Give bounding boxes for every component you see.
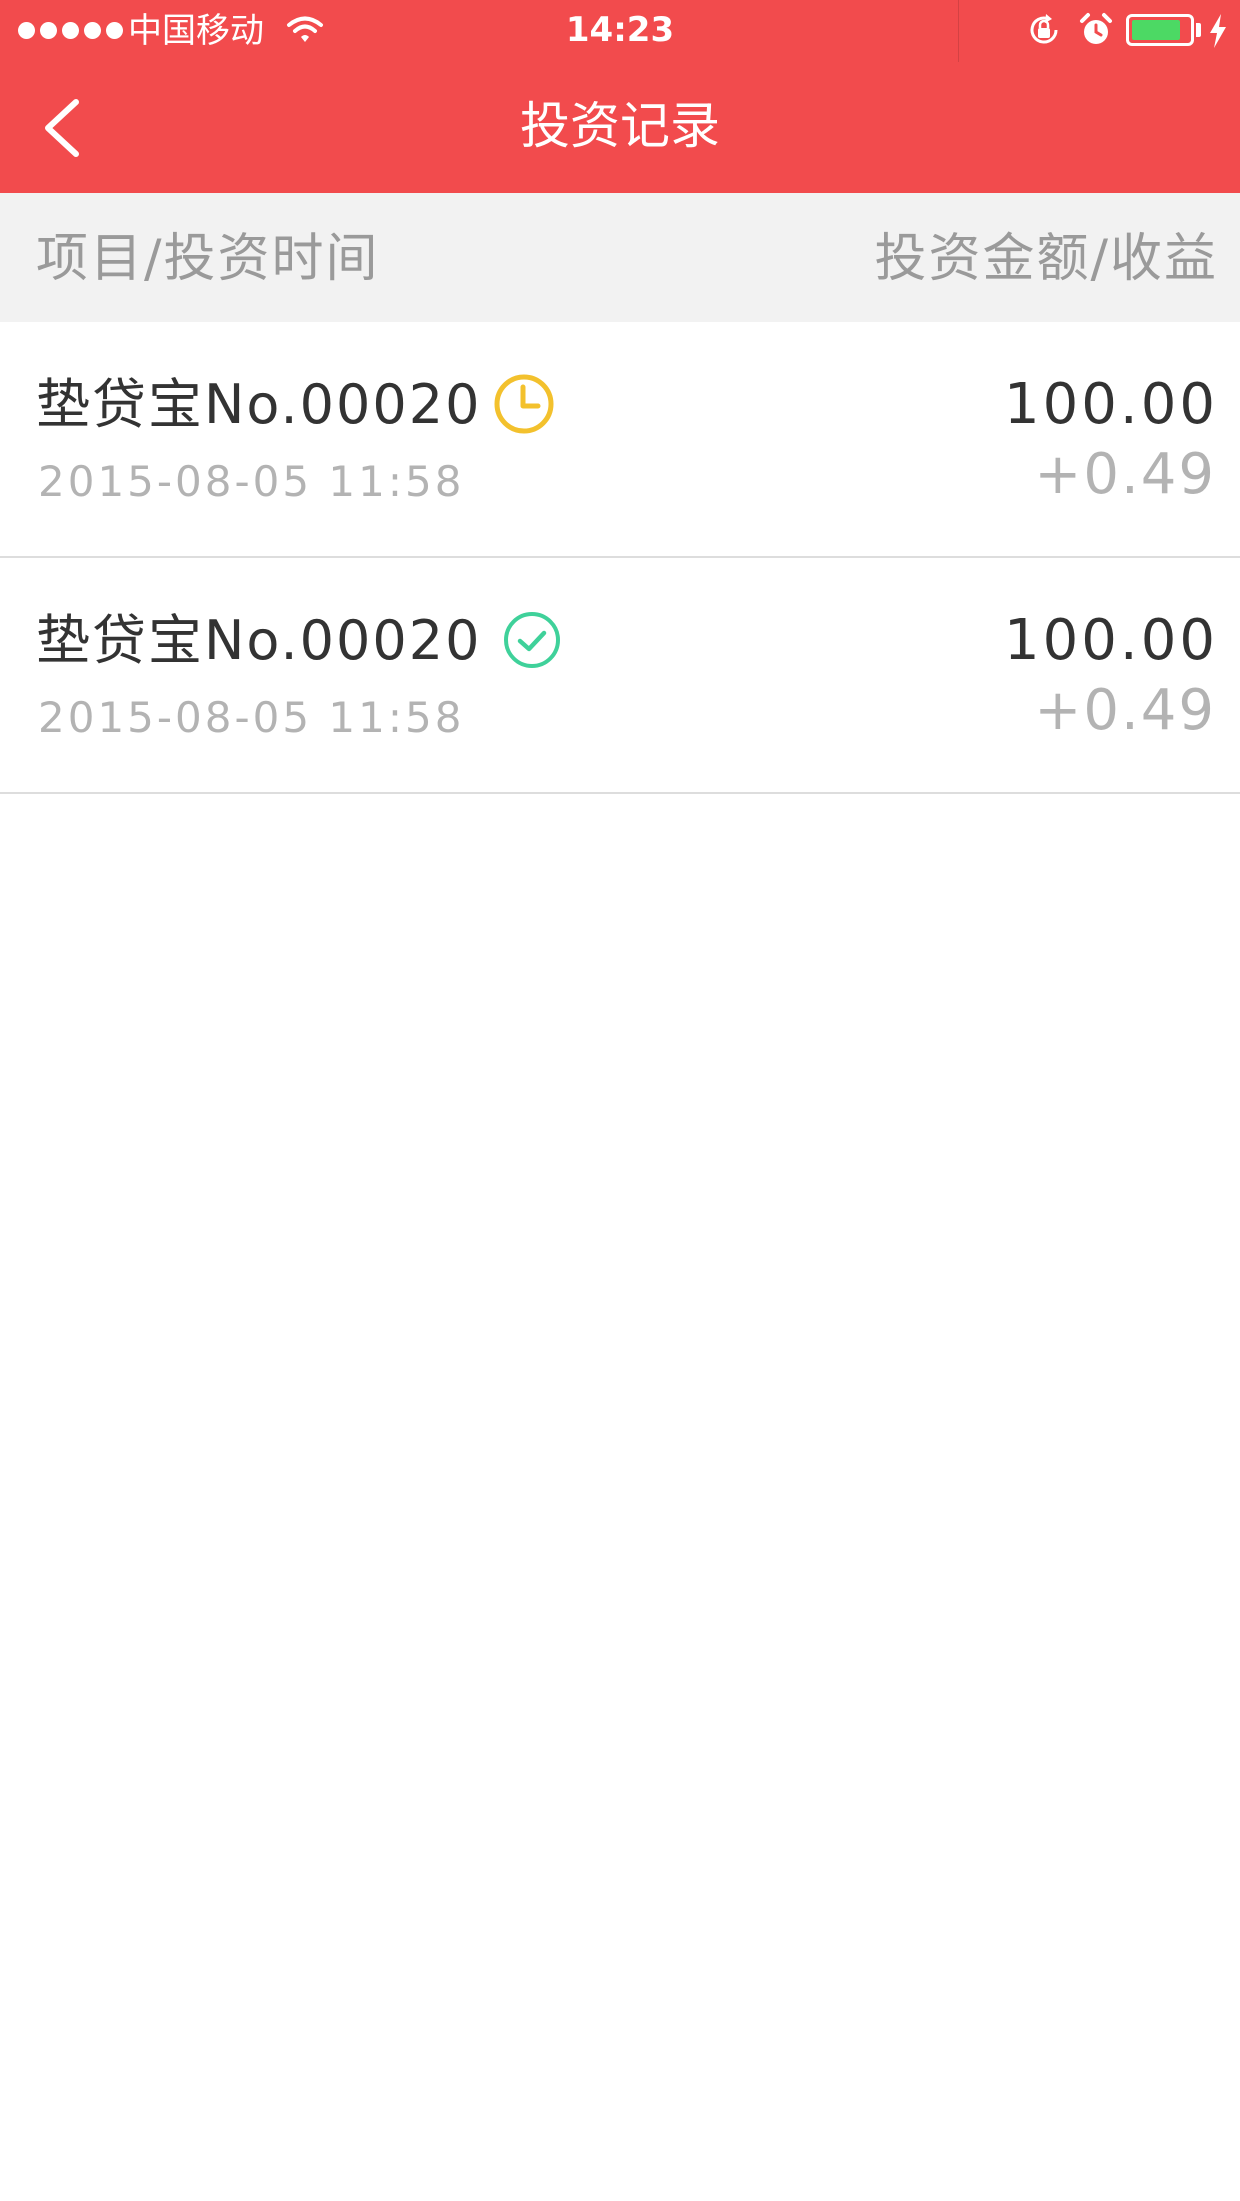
rotation-lock-icon xyxy=(1030,14,1058,44)
record-earnings: +0.49 xyxy=(1034,678,1216,743)
status-bar: 中国移动 14:23 xyxy=(0,0,1240,62)
record-amount: 100.00 xyxy=(1004,372,1218,437)
record-row[interactable]: 垫贷宝No.00020 2015-08-05 11:58 100.00 +0.4… xyxy=(0,558,1240,794)
battery-level xyxy=(1132,20,1180,40)
clock-icon xyxy=(494,374,554,434)
record-amount: 100.00 xyxy=(1004,608,1218,673)
navigation-bar: 投资记录 xyxy=(0,62,1240,193)
record-earnings: +0.49 xyxy=(1034,442,1216,507)
battery-tip xyxy=(1196,23,1201,37)
column-header: 项目/投资时间 投资金额/收益 xyxy=(0,193,1240,322)
record-time: 2015-08-05 11:58 xyxy=(38,457,465,506)
record-time: 2015-08-05 11:58 xyxy=(38,693,465,742)
investment-records-screen: 中国移动 14:23 投资记录 项目/投资时间 投资金额/收益 垫贷宝No.00… xyxy=(0,0,1240,2201)
column-header-project-time: 项目/投资时间 xyxy=(36,229,380,289)
record-name: 垫贷宝No.00020 xyxy=(36,373,482,436)
battery-icon xyxy=(1126,14,1194,46)
charging-bolt-icon xyxy=(1210,14,1226,48)
check-circle-icon xyxy=(504,612,560,668)
page-title: 投资记录 xyxy=(520,97,720,155)
record-name: 垫贷宝No.00020 xyxy=(36,609,482,672)
alarm-icon xyxy=(1080,13,1112,44)
column-header-amount-earnings: 投资金额/收益 xyxy=(874,229,1218,289)
record-row[interactable]: 垫贷宝No.00020 2015-08-05 11:58 100.00 +0.4… xyxy=(0,322,1240,558)
top-bar: 中国移动 14:23 投资记录 xyxy=(0,0,1240,193)
status-divider xyxy=(958,0,959,62)
